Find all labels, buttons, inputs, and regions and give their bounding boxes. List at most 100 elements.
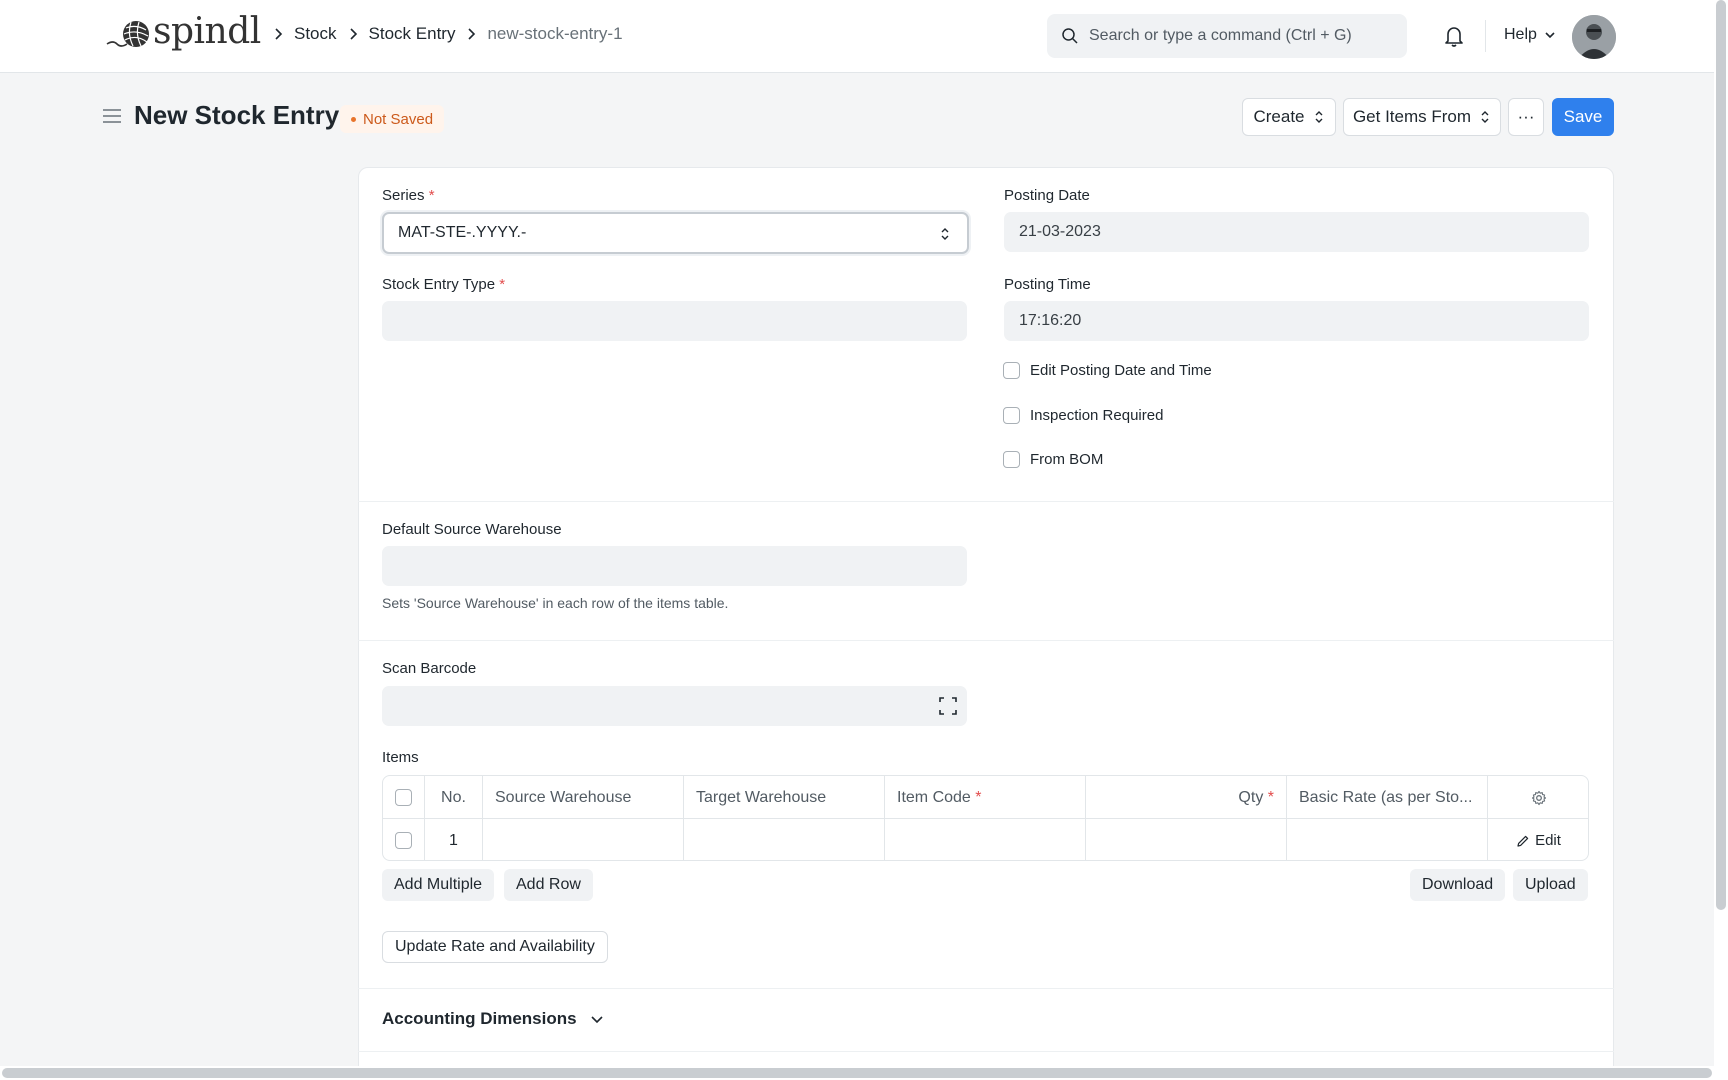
breadcrumb-stock-entry[interactable]: Stock Entry [369,24,456,44]
page-title: New Stock Entry [134,100,340,130]
search-bar[interactable] [1047,14,1407,58]
row-no: 1 [425,819,483,860]
status-dot [351,116,356,122]
horizontal-scrollbar[interactable] [2,1068,1712,1078]
more-actions-label: ··· [1517,107,1535,126]
logo-text: spindl [153,11,261,52]
default-source-warehouse-label: Default Source Warehouse [382,521,562,538]
search-input[interactable] [1089,27,1389,45]
row-select-cell [383,819,425,860]
more-actions-button[interactable]: ··· [1508,98,1544,136]
row-basic-rate[interactable] [1287,819,1488,860]
update-rate-availability-button[interactable]: Update Rate and Availability [382,931,608,963]
series-value: MAT-STE-.YYYY.- [398,224,527,241]
row-checkbox[interactable] [395,832,412,849]
checkbox-box[interactable] [1003,362,1020,379]
posting-time-label: Posting Time [1004,276,1091,293]
items-label: Items [382,749,419,766]
header-select-cell [383,776,425,819]
column-source-warehouse: Source Warehouse [483,776,684,819]
accounting-dimensions-label: Accounting Dimensions [382,1009,577,1028]
user-photo-icon [1572,15,1616,59]
row-source-warehouse[interactable] [483,819,684,860]
items-table-header: No. Source Warehouse Target Warehouse It… [383,776,1588,819]
upload-button[interactable]: Upload [1513,869,1588,901]
row-qty[interactable] [1086,819,1287,860]
top-navbar: spindl Stock Stock Entry new-stock-entry… [0,0,1714,73]
series-label: Series * [382,187,435,204]
chevron-down-icon [1545,32,1555,39]
checkbox-label: From BOM [1030,451,1104,468]
yarn-ball-icon [106,21,149,47]
get-items-label: Get Items From [1352,107,1472,126]
column-target-warehouse: Target Warehouse [684,776,885,819]
posting-date-field[interactable]: 21-03-2023 [1004,212,1589,252]
add-multiple-button[interactable]: Add Multiple [382,869,495,901]
status-text: Not Saved [363,110,434,128]
checkbox-label: Inspection Required [1030,407,1164,424]
user-avatar[interactable] [1572,15,1616,59]
vertical-scrollbar[interactable] [1716,0,1726,910]
sidebar-toggle-icon[interactable] [102,106,122,126]
checkbox-box[interactable] [1003,451,1020,468]
section-divider [358,1051,1614,1052]
edit-posting-date-time-checkbox[interactable]: Edit Posting Date and Time [1003,362,1212,379]
row-edit-button[interactable]: Edit [1516,832,1561,849]
scan-barcode-label: Scan Barcode [382,660,477,677]
create-label: Create [1253,107,1305,126]
posting-time-value: 17:16:20 [1019,312,1082,329]
table-row[interactable]: 1 Edit [383,819,1588,860]
help-dropdown[interactable]: Help [1504,26,1557,44]
help-label: Help [1504,26,1537,43]
gear-icon[interactable] [1531,790,1547,806]
default-source-warehouse-help: Sets 'Source Warehouse' in each row of t… [382,595,729,611]
sort-arrows-icon [1481,111,1489,123]
chevron-down-icon [591,1016,603,1024]
series-select[interactable]: MAT-STE-.YYYY.- [382,212,969,254]
from-bom-checkbox[interactable]: From BOM [1003,451,1103,468]
accounting-dimensions-section-toggle[interactable]: Accounting Dimensions [382,1009,605,1029]
column-no: No. [425,776,483,819]
checkbox-label: Edit Posting Date and Time [1030,362,1212,379]
section-divider [358,640,1614,641]
search-icon [1062,28,1078,44]
row-edit-cell: Edit [1488,819,1588,860]
breadcrumb-current: new-stock-entry-1 [487,24,623,43]
row-edit-label: Edit [1535,832,1561,849]
default-source-warehouse-field[interactable] [382,546,967,586]
download-button[interactable]: Download [1410,869,1506,901]
add-row-button[interactable]: Add Row [504,869,593,901]
app-logo[interactable]: spindl [105,14,261,50]
get-items-from-button[interactable]: Get Items From [1343,98,1501,136]
save-button[interactable]: Save [1552,98,1614,136]
select-all-checkbox[interactable] [395,789,412,806]
posting-date-value: 21-03-2023 [1019,223,1101,240]
checkbox-box[interactable] [1003,407,1020,424]
row-target-warehouse[interactable] [684,819,885,860]
breadcrumb: Stock Stock Entry new-stock-entry-1 [262,24,623,44]
create-button[interactable]: Create [1242,98,1336,136]
status-badge: Not Saved [340,105,445,133]
chevron-right-icon [275,28,283,40]
select-arrows-icon [941,228,949,240]
inspection-required-checkbox[interactable]: Inspection Required [1003,407,1163,424]
notification-bell-icon[interactable] [1443,24,1465,48]
stock-entry-type-field[interactable] [382,301,967,341]
posting-date-label: Posting Date [1004,187,1090,204]
column-item-code: Item Code * [885,776,1086,819]
items-table: No. Source Warehouse Target Warehouse It… [382,775,1589,861]
column-basic-rate: Basic Rate (as per Sto... [1287,776,1488,819]
posting-time-field[interactable]: 17:16:20 [1004,301,1589,341]
column-settings [1488,776,1588,819]
stock-entry-type-label: Stock Entry Type * [382,276,506,293]
chevron-right-icon [468,28,476,40]
column-qty: Qty * [1086,776,1287,819]
scan-barcode-icon[interactable] [939,697,957,715]
section-divider [358,501,1614,502]
row-item-code[interactable] [885,819,1086,860]
pencil-icon [1517,835,1529,847]
chevron-right-icon [349,28,357,40]
scan-barcode-field[interactable] [382,686,967,726]
breadcrumb-stock[interactable]: Stock [294,24,337,44]
navbar-divider [1485,20,1486,52]
